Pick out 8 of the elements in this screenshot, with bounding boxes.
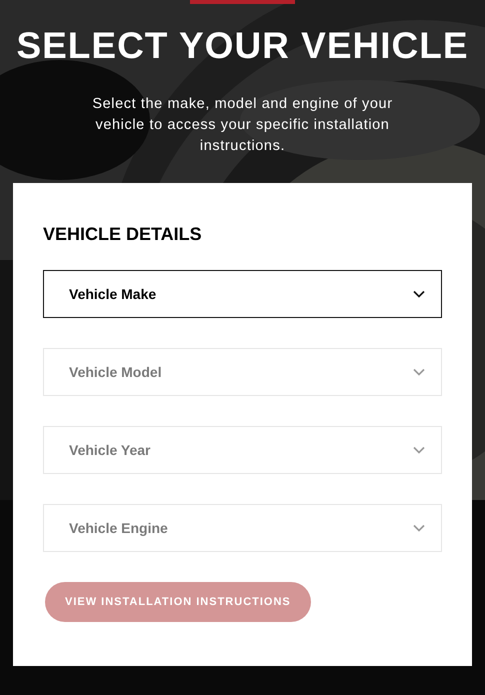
page-subtitle: Select the make, model and engine of your vehicle to access your specific installation instructions. — [91, 95, 394, 156]
chevron-down-icon — [413, 368, 425, 376]
section-heading: VEHICLE DETAILS — [43, 223, 203, 245]
page-title: SELECT YOUR VEHICLE — [16, 24, 469, 68]
chevron-down-icon — [413, 290, 425, 298]
chevron-down-icon — [413, 446, 425, 454]
chevron-down-icon — [413, 524, 425, 532]
dropdown-select[interactable]: Vehicle Make — [43, 270, 442, 318]
